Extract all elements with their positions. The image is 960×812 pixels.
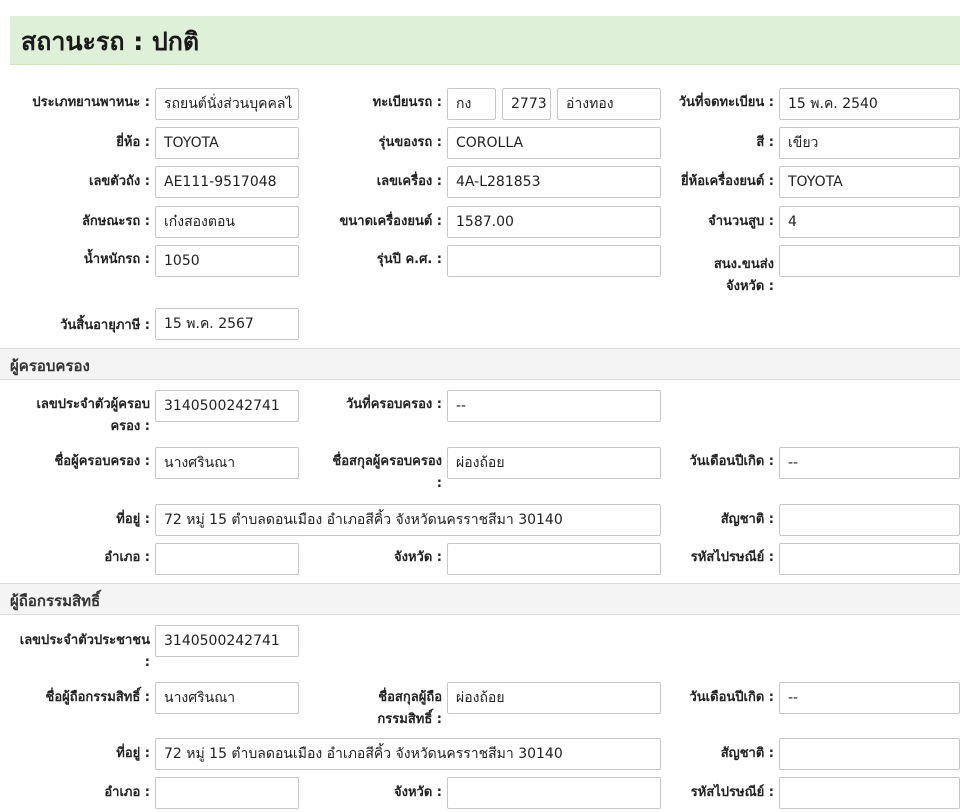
engine-brand-field[interactable]: TOYOTA [779,166,960,198]
owner-nationality-field[interactable] [779,738,960,770]
weight-field[interactable]: 1050 [155,245,299,277]
transport-office-label: สนง.ขนส่ง จังหวัด : [664,254,774,298]
transport-office-label-line1: สนง.ขนส่ง [713,257,774,272]
cylinders-label: จำนวนสูบ : [708,214,774,229]
plate-label: ทะเบียนรถ : [372,95,442,110]
plate-number-field[interactable]: 2773 [502,88,551,120]
owner-district-field[interactable] [155,777,299,809]
owner-name-label: ชื่อผู้ถือกรรมสิทธิ์ : [45,690,151,705]
possessor-name-field[interactable]: นางศรินณา [155,447,299,479]
possessor-province-label: จังหวัด : [393,550,442,565]
owner-surname-label-line1: ชื่อสกุลผู้ถือ [378,690,442,705]
possessor-id-field[interactable]: 3140500242741 [155,390,299,422]
possession-date-label: วันที่ครอบครอง : [345,397,442,412]
possessor-nationality-field[interactable] [779,504,960,536]
possessor-id-label: เลขประจำตัวผู้ครอบ ครอง : [0,394,150,438]
owner-section-header: ผู้ถือกรรมสิทธิ์ [0,583,960,615]
chassis-number-field[interactable]: AE111-9517048 [155,166,299,198]
owner-postcode-field[interactable] [779,777,960,809]
possessor-name-label: ชื่อผู้ครอบครอง : [54,454,150,469]
body-type-label: ลักษณะรถ : [81,214,150,229]
plate-province-field[interactable]: อ่างทอง [557,88,661,120]
body-type-field[interactable]: เก๋งสองตอน [155,206,299,238]
owner-id-label-line1: เลขประจำตัวประชาชน [19,633,150,648]
registration-date-label: วันที่จดทะเบียน : [678,95,774,110]
owner-province-label: จังหวัด : [393,785,442,800]
engine-size-label: ขนาดเครื่องยนต์ : [339,214,442,229]
possessor-id-label-line1: เลขประจำตัวผู้ครอบ [36,397,150,412]
owner-nationality-label: สัญชาติ : [720,746,774,761]
color-label: สี : [756,135,774,150]
engine-size-field[interactable]: 1587.00 [447,206,661,238]
owner-id-field[interactable]: 3140500242741 [155,625,299,657]
engine-number-label: เลขเครื่อง : [376,174,442,189]
model-label: รุ่นของรถ : [378,135,443,150]
possessor-surname-label: ชื่อสกุลผู้ครอบครอง : [300,451,442,495]
chassis-number-label: เลขตัวถัง : [89,174,150,189]
possessor-address-label: ที่อยู่ : [116,512,150,527]
transport-office-label-line2: จังหวัด : [725,279,774,294]
owner-postcode-label: รหัสไปรษณีย์ : [690,785,774,800]
possessor-address-field[interactable]: 72 หมู่ 15 ตำบลดอนเมือง อำเภอสีคิ้ว จังห… [155,504,661,536]
owner-surname-field[interactable]: ผ่องถ้อย [447,682,661,714]
brand-label: ยี่ห้อ : [116,135,150,150]
vehicle-type-label: ประเภทยานพาหนะ : [32,95,150,110]
model-year-label: รุ่นปี ค.ศ. : [376,252,442,267]
owner-address-field[interactable]: 72 หมู่ 15 ตำบลดอนเมือง อำเภอสีคิ้ว จังห… [155,738,661,770]
tax-expiry-field[interactable]: 15 พ.ค. 2567 [155,308,299,340]
registration-date-field[interactable]: 15 พ.ค. 2540 [779,88,960,120]
vehicle-status-text: สถานะรถ : ปกติ [21,27,200,56]
vehicle-type-field[interactable]: รถยนต์นั่งส่วนบุคคลไ [155,88,299,120]
owner-surname-label-line2: กรรมสิทธิ์ : [377,712,442,727]
engine-number-field[interactable]: 4A-L281853 [447,166,661,198]
tax-expiry-label: วันสิ้นอายุภาษี : [60,318,150,333]
owner-dob-label: วันเดือนปีเกิด : [689,690,775,705]
owner-province-field[interactable] [447,777,661,809]
model-year-field[interactable] [447,245,661,277]
possessor-district-label: อำเภอ : [104,550,150,565]
owner-address-label: ที่อยู่ : [116,746,150,761]
possessor-nationality-label: สัญชาติ : [720,512,774,527]
possessor-district-field[interactable] [155,543,299,575]
possession-date-field[interactable]: -- [447,390,661,422]
possessor-surname-label-line2: : [436,476,442,491]
transport-office-field[interactable] [779,245,960,277]
owner-id-label-line2: : [144,655,150,670]
possessor-postcode-field[interactable] [779,543,960,575]
owner-surname-label: ชื่อสกุลผู้ถือ กรรมสิทธิ์ : [300,687,442,731]
engine-brand-label: ยี่ห้อเครื่องยนต์ : [681,174,774,189]
model-field[interactable]: COROLLA [447,127,661,159]
owner-section-title: ผู้ถือกรรมสิทธิ์ [10,592,101,610]
possessor-surname-field[interactable]: ผ่องถ้อย [447,447,661,479]
color-field[interactable]: เขียว [779,127,960,159]
possessor-surname-label-line1: ชื่อสกุลผู้ครอบครอง [332,454,442,469]
possessor-section-header: ผู้ครอบครอง [0,348,960,380]
vehicle-status-banner: สถานะรถ : ปกติ [10,16,960,65]
weight-label: น้ำหนักรถ : [83,252,150,267]
cylinders-field[interactable]: 4 [779,206,960,238]
possessor-dob-field[interactable]: -- [779,447,960,479]
owner-name-field[interactable]: นางศรินณา [155,682,299,714]
owner-district-label: อำเภอ : [104,785,150,800]
possessor-section-title: ผู้ครอบครอง [10,357,90,375]
owner-dob-field[interactable]: -- [779,682,960,714]
plate-prefix-field[interactable]: กง [447,88,496,120]
possessor-id-label-line2: ครอง : [110,419,150,434]
possessor-postcode-label: รหัสไปรษณีย์ : [690,550,774,565]
owner-id-label: เลขประจำตัวประชาชน : [0,630,150,674]
possessor-dob-label: วันเดือนปีเกิด : [689,454,775,469]
brand-field[interactable]: TOYOTA [155,127,299,159]
possessor-province-field[interactable] [447,543,661,575]
